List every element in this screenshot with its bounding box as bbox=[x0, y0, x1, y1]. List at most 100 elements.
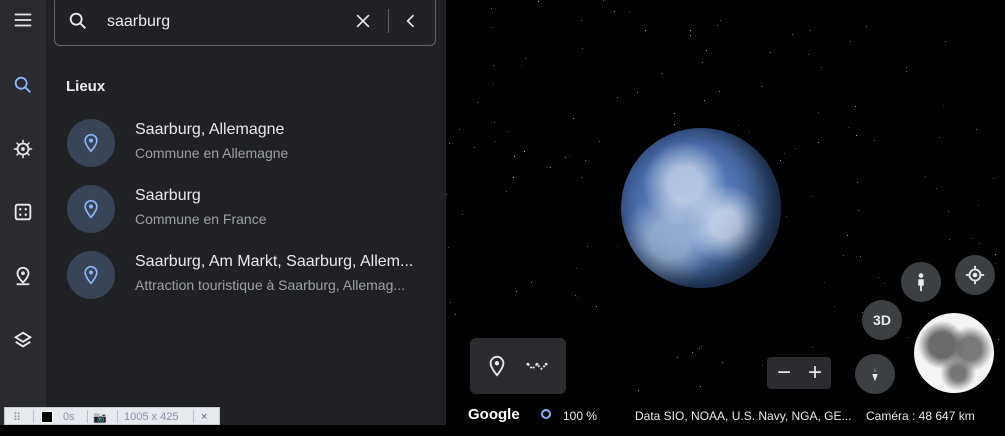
add-placemark-icon[interactable] bbox=[486, 355, 508, 377]
nav-rail bbox=[0, 0, 46, 425]
star bbox=[770, 52, 771, 53]
zoom-in-button[interactable]: + bbox=[803, 361, 827, 385]
star bbox=[821, 67, 822, 68]
star bbox=[477, 102, 478, 103]
result-subtitle: Commune en France bbox=[135, 211, 267, 227]
star bbox=[848, 127, 849, 128]
compass-icon bbox=[872, 366, 878, 382]
projects-button[interactable] bbox=[0, 253, 46, 299]
star bbox=[494, 122, 495, 123]
star bbox=[722, 362, 723, 363]
drag-handle-icon[interactable]: ⠿ bbox=[13, 411, 21, 424]
compass-button[interactable] bbox=[855, 354, 895, 394]
search-box bbox=[54, 0, 436, 46]
chevron-left-icon[interactable] bbox=[401, 11, 421, 31]
star bbox=[700, 386, 701, 387]
star bbox=[943, 105, 944, 106]
menu-icon bbox=[14, 13, 32, 27]
star bbox=[462, 214, 463, 215]
result-subtitle: Commune en Allemagne bbox=[135, 145, 289, 161]
star bbox=[692, 352, 693, 353]
camera-altitude: Caméra : 48 647 km bbox=[866, 409, 975, 423]
feeling-lucky-icon bbox=[14, 203, 32, 221]
star bbox=[925, 176, 926, 177]
star bbox=[784, 153, 785, 154]
add-path-icon[interactable] bbox=[526, 355, 548, 377]
overview-globe[interactable] bbox=[914, 313, 994, 393]
close-icon[interactable]: × bbox=[201, 411, 207, 423]
star bbox=[939, 137, 940, 138]
star bbox=[474, 147, 475, 148]
star bbox=[907, 337, 908, 338]
star bbox=[702, 62, 703, 63]
star bbox=[998, 339, 999, 340]
star bbox=[661, 73, 662, 74]
star bbox=[810, 30, 811, 31]
star bbox=[495, 141, 496, 142]
result-title: Saarburg bbox=[135, 187, 201, 204]
star bbox=[780, 160, 781, 161]
google-logo: Google bbox=[468, 406, 520, 423]
result-pin bbox=[67, 251, 115, 299]
data-credits[interactable]: Data SIO, NOAA, U.S. Navy, NGA, GE... bbox=[635, 409, 852, 423]
color-swatch[interactable] bbox=[41, 411, 53, 423]
star bbox=[812, 347, 813, 348]
map-viewport[interactable]: 3D − + Google 100 % Data SIO, NOAA, U.S.… bbox=[446, 0, 1005, 425]
my-location-button[interactable] bbox=[955, 255, 995, 295]
timer-label: 0s bbox=[63, 411, 75, 423]
star bbox=[450, 302, 451, 303]
menu-button[interactable] bbox=[0, 0, 46, 43]
star bbox=[834, 306, 835, 307]
star bbox=[581, 20, 582, 21]
star bbox=[795, 148, 796, 149]
star bbox=[525, 58, 526, 59]
map-footer: Google 100 % Data SIO, NOAA, U.S. Navy, … bbox=[446, 404, 1005, 425]
star bbox=[878, 277, 879, 278]
star bbox=[491, 8, 492, 9]
star bbox=[575, 295, 576, 296]
clear-icon[interactable] bbox=[353, 11, 373, 31]
result-item[interactable]: Saarburg, Allemagne Commune en Allemagne bbox=[46, 113, 446, 175]
star bbox=[695, 36, 696, 37]
feeling-lucky-button[interactable] bbox=[0, 189, 46, 235]
earth-globe[interactable] bbox=[621, 128, 781, 288]
my-location-icon bbox=[965, 265, 985, 285]
star bbox=[674, 113, 675, 114]
result-item[interactable]: Saarburg Commune en France bbox=[46, 179, 446, 241]
star bbox=[455, 314, 456, 315]
star bbox=[995, 263, 996, 264]
star bbox=[573, 118, 574, 119]
star bbox=[808, 54, 809, 55]
star bbox=[704, 100, 705, 101]
search-button[interactable] bbox=[0, 62, 46, 108]
star bbox=[719, 91, 720, 92]
star bbox=[792, 34, 793, 35]
zoom-out-button[interactable]: − bbox=[772, 361, 796, 385]
star bbox=[850, 41, 851, 42]
search-input[interactable] bbox=[105, 9, 339, 35]
star bbox=[858, 210, 859, 211]
star bbox=[565, 157, 566, 158]
result-pin bbox=[67, 185, 115, 233]
map-style-button[interactable] bbox=[0, 317, 46, 363]
voyager-button[interactable] bbox=[0, 126, 46, 172]
star bbox=[706, 50, 707, 51]
star bbox=[514, 156, 515, 157]
camera-icon[interactable]: 📷 bbox=[93, 411, 107, 424]
star bbox=[582, 48, 583, 49]
toggle-3d-button[interactable]: 3D bbox=[862, 300, 902, 340]
result-title: Saarburg, Am Markt, Saarburg, Allem... bbox=[135, 253, 414, 270]
star bbox=[617, 97, 618, 98]
result-item[interactable]: Saarburg, Am Markt, Saarburg, Allem... A… bbox=[46, 245, 446, 307]
star bbox=[491, 27, 492, 28]
divider bbox=[193, 410, 194, 423]
star bbox=[993, 178, 994, 179]
place-pin-icon bbox=[84, 265, 98, 285]
star bbox=[720, 20, 721, 21]
star bbox=[906, 67, 907, 68]
star bbox=[521, 65, 522, 66]
map-tools bbox=[470, 338, 566, 394]
star bbox=[786, 216, 787, 217]
pegman-button[interactable] bbox=[901, 262, 941, 302]
star bbox=[581, 177, 582, 178]
